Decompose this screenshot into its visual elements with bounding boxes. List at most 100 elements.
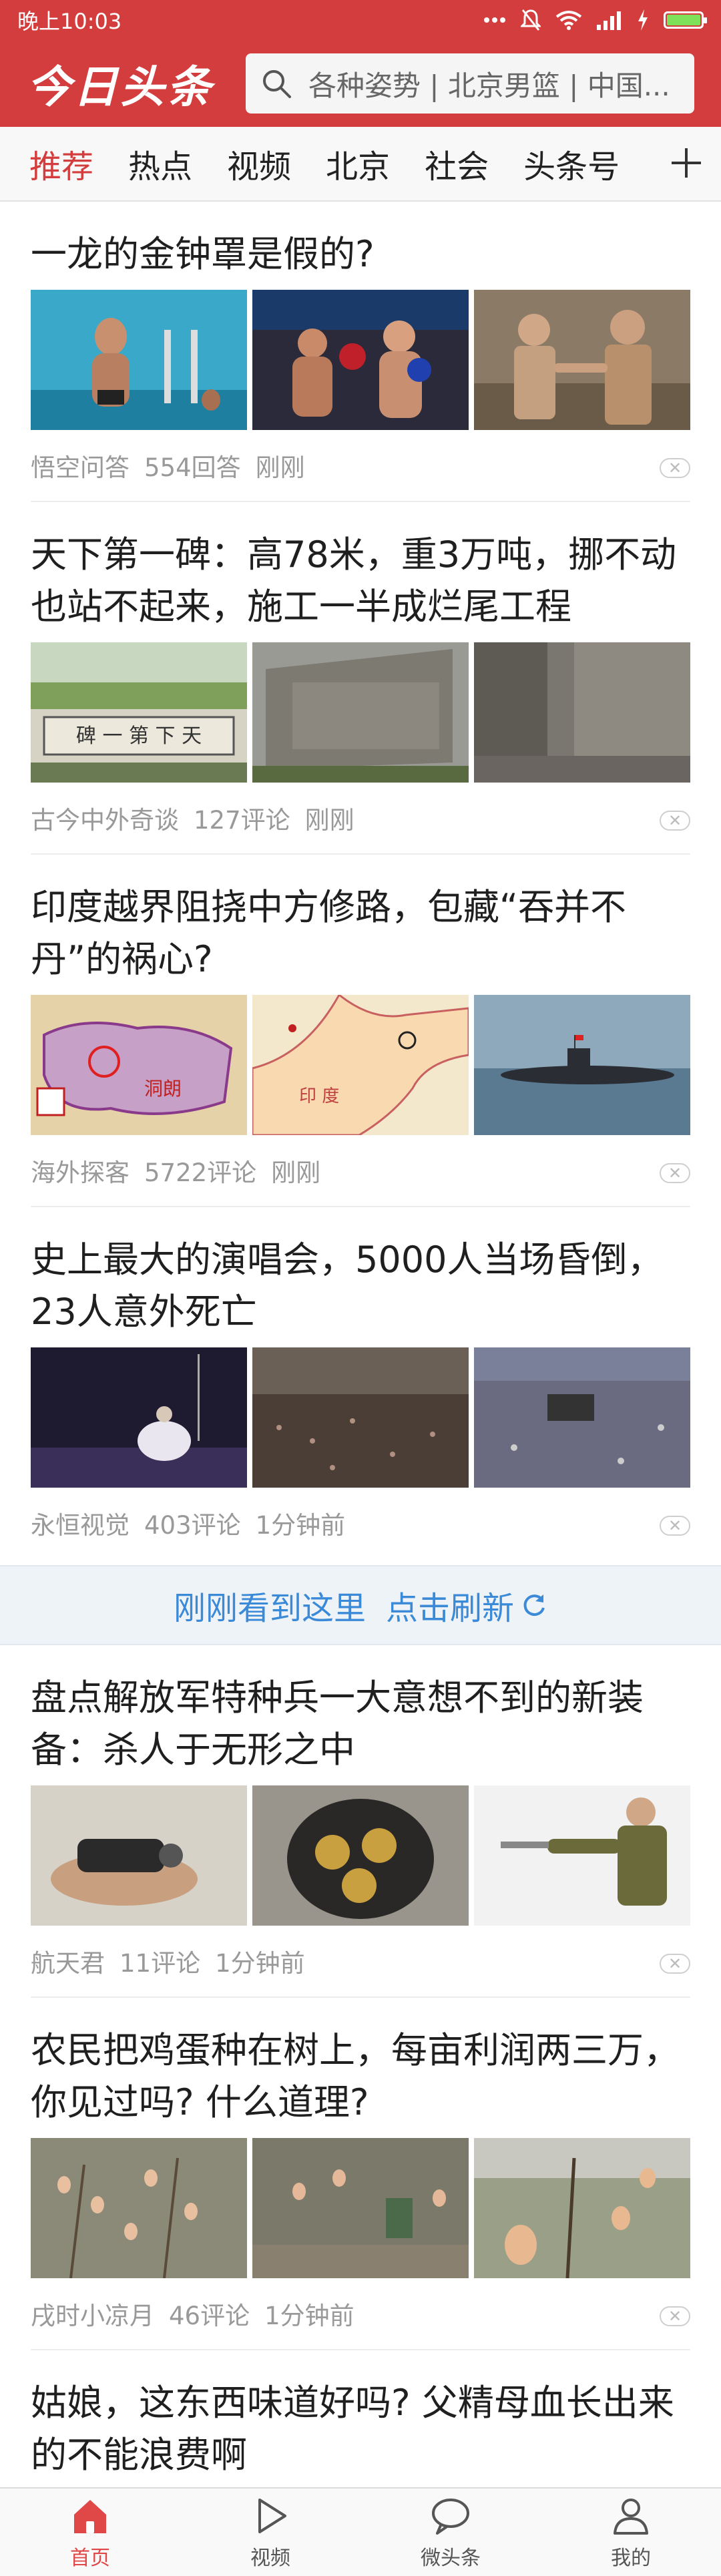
nav-video[interactable]: 视频	[180, 2489, 360, 2576]
article-thumbnail[interactable]	[474, 642, 690, 783]
article-title[interactable]: 天下第一碑：高78米，重3万吨，挪不动也站不起来，施工一半成烂尾工程	[31, 502, 690, 642]
article-title[interactable]: 史上最大的演唱会，5000人当场昏倒，23人意外死亡	[31, 1207, 690, 1347]
article-card[interactable]: 史上最大的演唱会，5000人当场昏倒，23人意外死亡 永恒视觉 403评论 1分…	[0, 1207, 721, 1558]
dislike-close-icon[interactable]: ✕	[660, 1516, 690, 1536]
news-feed: 一龙的金钟罩是假的? 悟空问答 554回答 刚刚 ✕ 天下第一碑：高78米，重3…	[0, 202, 721, 2491]
nav-home-label: 首页	[70, 2546, 110, 2570]
nav-weitoutiao-label: 微头条	[421, 2546, 481, 2570]
article-thumbnail[interactable]	[252, 642, 469, 783]
dots-icon	[484, 17, 505, 23]
dislike-close-icon[interactable]: ✕	[660, 1163, 690, 1183]
article-count: 5722评论	[144, 1158, 257, 1187]
article-count: 46评论	[169, 2302, 250, 2330]
article-thumbnail[interactable]	[474, 995, 690, 1135]
article-title[interactable]: 农民把鸡蛋种在树上，每亩利润两三万，你见过吗? 什么道理?	[31, 1998, 690, 2138]
article-title[interactable]: 印度越界阻挠中方修路，包藏“吞并不丹”的祸心?	[31, 855, 690, 995]
dislike-close-icon[interactable]: ✕	[660, 1954, 690, 1974]
article-thumbnail[interactable]	[31, 1785, 247, 1926]
article-time: 刚刚	[271, 1158, 321, 1187]
article-time: 刚刚	[255, 453, 305, 482]
article-meta: 海外探客 5722评论 刚刚 ✕	[31, 1135, 690, 1206]
article-count: 11评论	[119, 1949, 201, 1978]
article-meta: 悟空问答 554回答 刚刚 ✕	[31, 430, 690, 501]
article-thumbnail[interactable]	[252, 290, 469, 430]
dislike-close-icon[interactable]: ✕	[660, 2306, 690, 2326]
article-source[interactable]: 戌时小凉月	[31, 2296, 154, 2332]
article-thumbnail[interactable]	[474, 290, 690, 430]
refresh-last-seen-text: 刚刚看到这里	[173, 1590, 366, 1627]
svg-text:印 度: 印 度	[299, 1086, 339, 1106]
signal-icon	[597, 11, 621, 30]
article-thumbnail[interactable]	[31, 1347, 247, 1488]
article-source[interactable]: 悟空问答	[31, 447, 130, 483]
article-card[interactable]: 农民把鸡蛋种在树上，每亩利润两三万，你见过吗? 什么道理? 戌时小凉月 46评论…	[0, 1998, 721, 2349]
search-bar[interactable]: 各种姿势 | 北京男篮 | 中国...	[246, 53, 694, 114]
article-card[interactable]: 盘点解放军特种兵一大意想不到的新装备：杀人于无形之中 航天君 11评论 1分钟前…	[0, 1645, 721, 1996]
article-meta: 航天君 11评论 1分钟前 ✕	[31, 1926, 690, 1996]
channel-tabs: 推荐 热点 视频 北京 社会 头条号	[0, 127, 721, 202]
article-count: 127评论	[194, 806, 290, 835]
article-thumbnail[interactable]: 碑 一 第 下 天	[31, 642, 247, 783]
svg-text:碑 一 第 下 天: 碑 一 第 下 天	[76, 724, 202, 748]
article-thumbnail[interactable]	[474, 2138, 690, 2278]
bottom-nav: 首页 视频 微头条 我的	[0, 2487, 721, 2576]
article-thumbnail[interactable]	[31, 2138, 247, 2278]
home-icon	[74, 2499, 106, 2533]
article-count: 403评论	[144, 1511, 241, 1540]
article-card[interactable]: 印度越界阻挠中方修路，包藏“吞并不丹”的祸心? 洞朗 印 度 海外探客 5722…	[0, 855, 721, 1206]
chat-bubble-icon	[432, 2498, 469, 2535]
article-meta: 戌时小凉月 46评论 1分钟前 ✕	[31, 2278, 690, 2349]
article-source[interactable]: 永恒视觉	[31, 1505, 130, 1541]
article-source[interactable]: 海外探客	[31, 1152, 130, 1189]
article-images: 碑 一 第 下 天	[31, 642, 690, 783]
top-header: 今日头条 各种姿势 | 北京男篮 | 中国...	[0, 40, 721, 127]
refresh-action-text[interactable]: 点击刷新	[386, 1582, 514, 1629]
article-card[interactable]: 天下第一碑：高78米，重3万吨，挪不动也站不起来，施工一半成烂尾工程 碑 一 第…	[0, 502, 721, 853]
tab-toutiaohao[interactable]: 头条号	[523, 140, 620, 187]
article-images	[31, 290, 690, 430]
dislike-close-icon[interactable]: ✕	[660, 458, 690, 478]
refresh-icon[interactable]	[521, 1592, 547, 1619]
article-thumbnail[interactable]: 洞朗	[31, 995, 247, 1135]
article-meta: 古今中外奇谈 127评论 刚刚 ✕	[31, 783, 690, 853]
nav-weitoutiao[interactable]: 微头条	[360, 2489, 541, 2576]
dislike-close-icon[interactable]: ✕	[660, 811, 690, 831]
article-card[interactable]: 一龙的金钟罩是假的? 悟空问答 554回答 刚刚 ✕	[0, 202, 721, 501]
status-time: 晚上10:03	[17, 9, 122, 34]
article-thumbnail[interactable]	[252, 1785, 469, 1926]
search-placeholder: 各种姿势 | 北京男篮 | 中国...	[308, 69, 670, 102]
app-logo: 今日头条	[27, 61, 214, 113]
article-meta: 永恒视觉 403评论 1分钟前 ✕	[31, 1488, 690, 1558]
article-images	[31, 2138, 690, 2278]
tab-beijing[interactable]: 北京	[326, 140, 390, 187]
article-thumbnail[interactable]	[474, 1785, 690, 1926]
play-icon	[258, 2498, 286, 2533]
article-title[interactable]: 一龙的金钟罩是假的?	[31, 202, 690, 290]
article-source[interactable]: 古今中外奇谈	[31, 800, 179, 836]
nav-home[interactable]: 首页	[0, 2489, 180, 2576]
tab-video[interactable]: 视频	[227, 140, 291, 187]
article-images	[31, 1347, 690, 1488]
add-channel-icon[interactable]	[665, 142, 708, 184]
article-images: 洞朗 印 度	[31, 995, 690, 1135]
article-thumbnail[interactable]	[252, 2138, 469, 2278]
article-title[interactable]: 姑娘，这东西味道好吗? 父精母血长出来的不能浪费啊	[31, 2350, 690, 2491]
article-images	[31, 1785, 690, 1926]
tab-society[interactable]: 社会	[425, 140, 489, 187]
charging-icon	[638, 9, 648, 31]
article-thumbnail[interactable]	[252, 1347, 469, 1488]
status-icons	[483, 9, 707, 31]
article-time: 刚刚	[304, 806, 354, 835]
article-title[interactable]: 盘点解放军特种兵一大意想不到的新装备：杀人于无形之中	[31, 1645, 690, 1785]
article-thumbnail[interactable]	[31, 290, 247, 430]
article-thumbnail[interactable]	[474, 1347, 690, 1488]
refresh-bar[interactable]: 刚刚看到这里 点击刷新	[0, 1565, 721, 1645]
article-card[interactable]: 姑娘，这东西味道好吗? 父精母血长出来的不能浪费啊	[0, 2350, 721, 2491]
tab-recommend[interactable]: 推荐	[29, 140, 93, 187]
article-source[interactable]: 航天君	[31, 1943, 105, 1979]
tab-hot[interactable]: 热点	[128, 140, 192, 187]
nav-mine[interactable]: 我的	[541, 2489, 721, 2576]
nav-mine-label: 我的	[611, 2546, 651, 2570]
article-time: 1分钟前	[215, 1949, 305, 1978]
article-thumbnail[interactable]: 印 度	[252, 995, 469, 1135]
